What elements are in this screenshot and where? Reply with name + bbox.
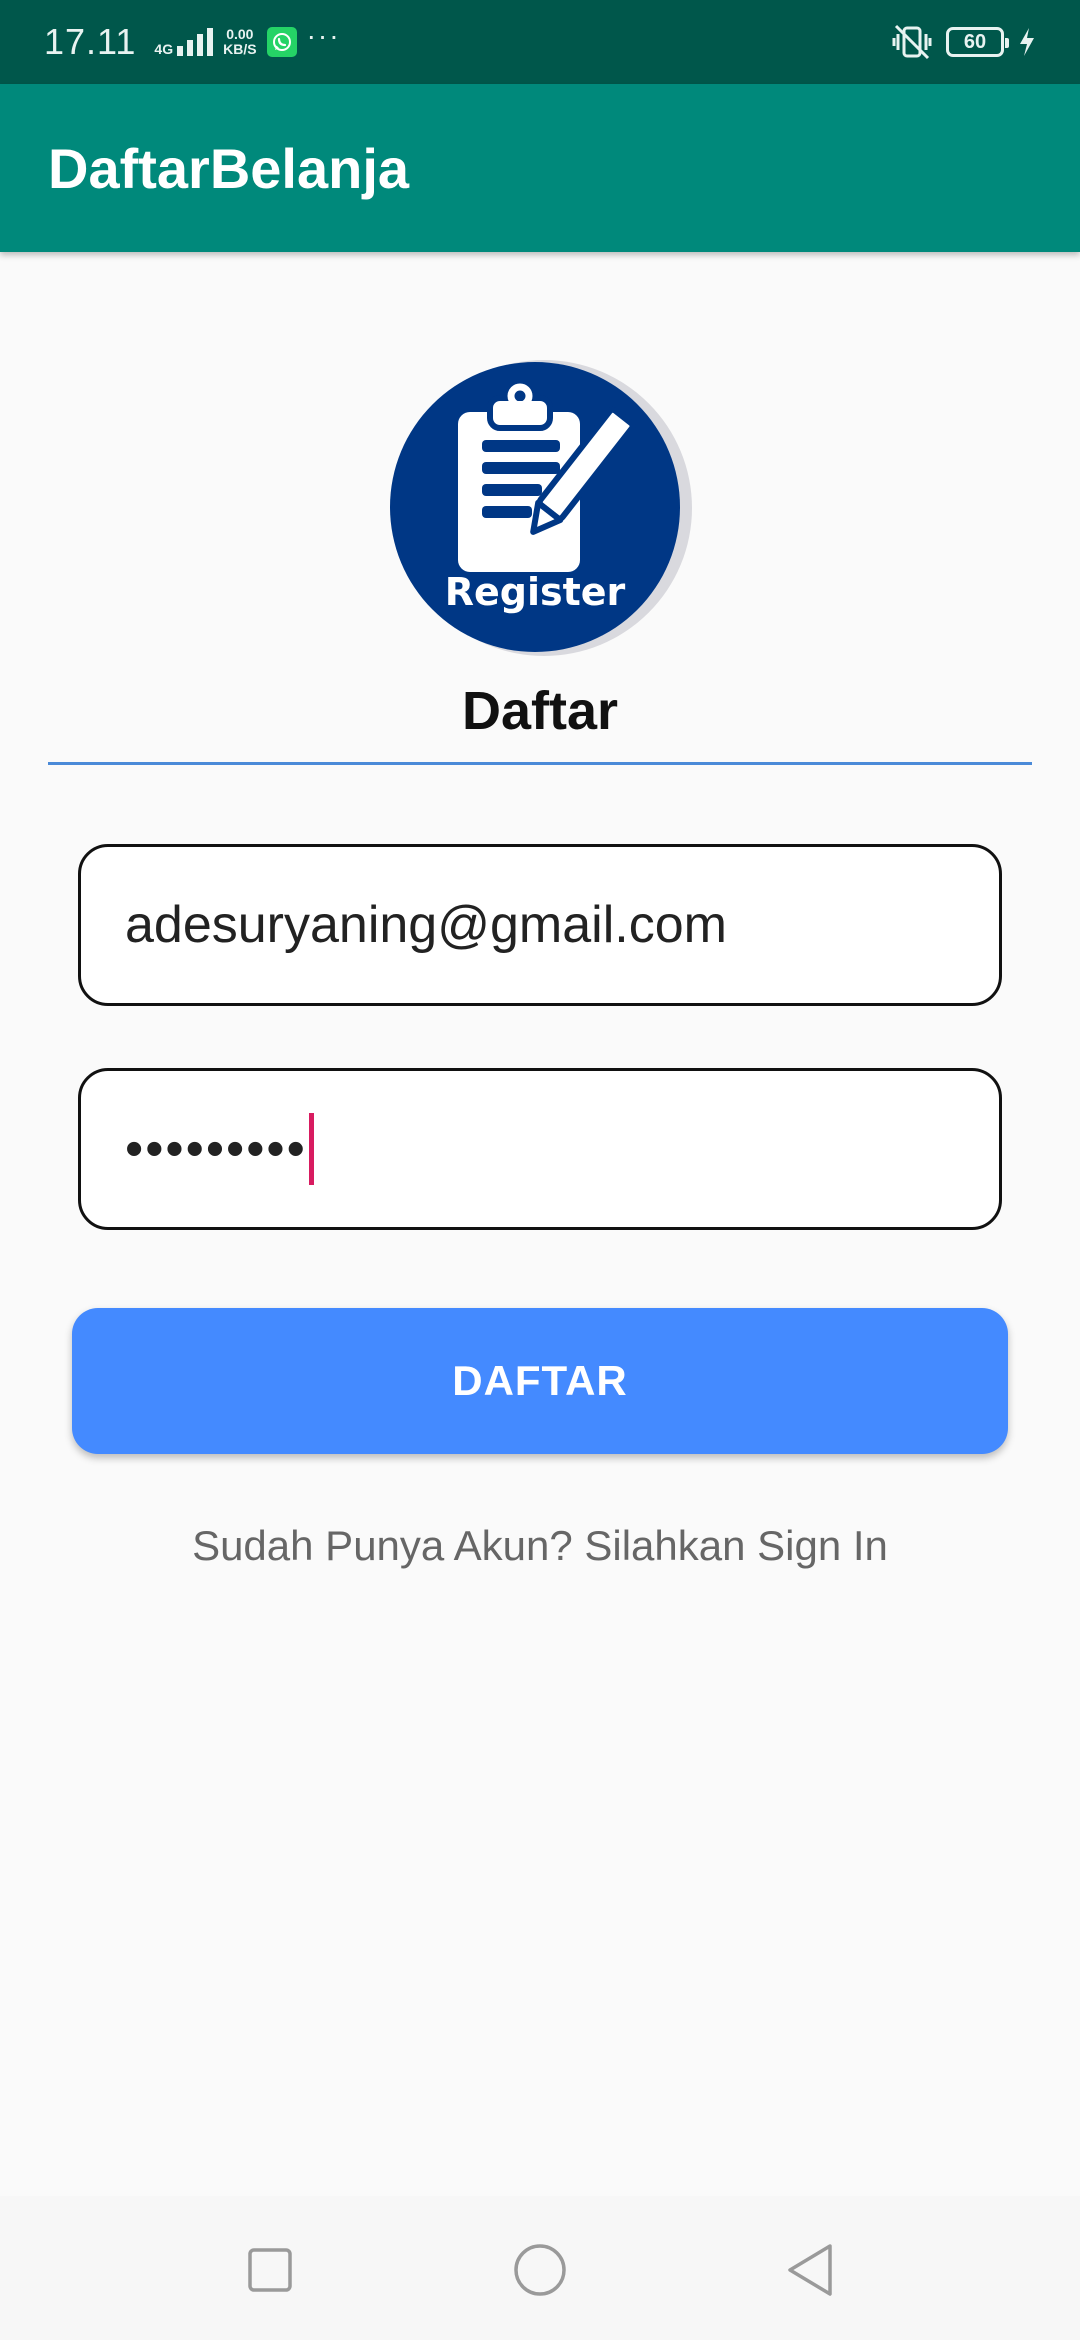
network-speed: 0.00 KB/S <box>223 27 256 57</box>
status-right-icons: 60 <box>892 24 1036 60</box>
battery-level: 60 <box>963 30 987 53</box>
status-left-icons: 4G 0.00 KB/S ··· <box>154 20 340 57</box>
status-bar: 17.11 4G 0.00 KB/S ··· 60 <box>0 0 1080 84</box>
logo-circle: Register <box>390 362 680 652</box>
vibrate-icon <box>892 24 932 60</box>
back-icon[interactable] <box>782 2242 838 2298</box>
signin-link[interactable]: Sudah Punya Akun? Silahkan Sign In <box>0 1522 1080 1570</box>
network-type: 4G <box>154 41 174 57</box>
speed-unit: KB/S <box>223 41 257 57</box>
email-value: adesuryaning@gmail.com <box>125 896 727 954</box>
speed-value: 0.00 <box>226 26 254 42</box>
logo-text: Register <box>444 570 626 614</box>
password-value: ••••••••• <box>125 1120 307 1178</box>
navigation-bar <box>0 2196 1080 2340</box>
status-time: 17.11 <box>44 21 137 62</box>
password-field[interactable]: ••••••••• <box>78 1068 1002 1230</box>
app-title: DaftarBelanja <box>48 136 410 200</box>
email-field[interactable]: adesuryaning@gmail.com <box>78 844 1002 1006</box>
whatsapp-icon <box>266 27 297 57</box>
heading-divider <box>48 762 1032 765</box>
text-cursor <box>308 1113 314 1185</box>
home-icon[interactable] <box>512 2242 568 2298</box>
register-button[interactable]: DAFTAR <box>72 1308 1008 1454</box>
page-title: Daftar <box>461 681 619 741</box>
more-notifications: ··· <box>306 20 341 51</box>
register-screen: 17.11 4G 0.00 KB/S ··· 60 DaftarBelanja … <box>0 0 1080 2340</box>
app-bar: DaftarBelanja <box>0 84 1080 252</box>
charging-icon <box>1020 28 1034 56</box>
network-indicator: 4G <box>154 28 214 57</box>
battery-icon: 60 <box>946 27 1009 57</box>
register-logo: Register <box>386 358 692 664</box>
recents-icon[interactable] <box>242 2242 298 2298</box>
signal-icon <box>177 28 214 56</box>
